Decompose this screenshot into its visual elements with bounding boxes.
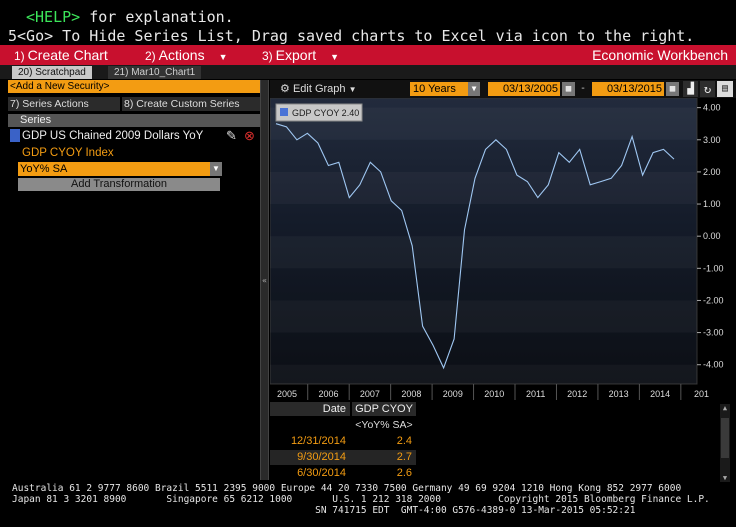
actions-button[interactable]: 2) Actions ▼ bbox=[145, 45, 228, 65]
series-color-swatch bbox=[10, 129, 20, 142]
x-tick-label: 2013 bbox=[609, 389, 629, 399]
refresh-icon[interactable]: ↻ bbox=[700, 81, 715, 97]
col-header-value[interactable]: GDP CYOY bbox=[352, 402, 416, 416]
edit-graph-button[interactable]: ⚙ Edit Graph ▼ bbox=[280, 82, 357, 96]
legend-label: GDP CYOY 2.40 bbox=[292, 108, 359, 118]
calendar-icon[interactable]: ▦ bbox=[562, 82, 575, 96]
collapse-arrow-icon[interactable]: « bbox=[261, 276, 268, 285]
delete-series-icon[interactable]: ⊗ bbox=[244, 128, 255, 144]
footer-line-2: Japan 81 3 3201 8900 Singapore 65 6212 1… bbox=[12, 494, 710, 505]
period-select[interactable]: 10 Years bbox=[410, 82, 468, 96]
table-row[interactable]: 9/30/2014 2.7 bbox=[270, 450, 416, 465]
edit-pencil-icon[interactable]: ✎ bbox=[226, 128, 237, 144]
grid-band bbox=[270, 300, 697, 332]
add-transformation-button[interactable]: Add Transformation bbox=[18, 178, 220, 191]
row-date: 12/31/2014 bbox=[290, 435, 346, 447]
end-date-field[interactable]: 03/13/2015 bbox=[592, 82, 664, 96]
row-value: 2.6 bbox=[396, 467, 412, 479]
chevron-down-icon: ▼ bbox=[330, 52, 340, 62]
tab-bar: 20) Scratchpad 21) Mar10_Chart1 bbox=[0, 65, 736, 79]
start-date-field[interactable]: 03/13/2005 bbox=[488, 82, 560, 96]
footer: Australia 61 2 9777 8600 Brazil 5511 239… bbox=[0, 482, 736, 527]
legend-swatch bbox=[280, 108, 288, 116]
x-tick-label: 2007 bbox=[360, 389, 380, 399]
scroll-down-icon[interactable]: ▼ bbox=[721, 474, 729, 482]
y-tick-label: 0.00 bbox=[703, 231, 721, 241]
calendar-icon[interactable]: ▦ bbox=[666, 82, 679, 96]
x-tick-label: 2010 bbox=[484, 389, 504, 399]
footer-line-1: Australia 61 2 9777 8600 Brazil 5511 239… bbox=[12, 483, 682, 494]
chart-legend: GDP CYOY 2.40 bbox=[275, 103, 363, 122]
x-tick-label: 2014 bbox=[650, 389, 670, 399]
gear-icon: ⚙ bbox=[280, 83, 290, 95]
help-line: <HELP> for explanation. bbox=[26, 8, 234, 26]
create-chart-button[interactable]: 1) Create Chart bbox=[14, 45, 108, 65]
series-header: Series bbox=[8, 114, 260, 127]
scroll-up-icon[interactable]: ▲ bbox=[721, 404, 729, 412]
y-tick-label: -1.00 bbox=[703, 263, 724, 273]
gdp-line-chart: 4.00 3.00 2.00 1.00 0.00 -1.00 -2.00 -3.00 -4.00… bbox=[270, 98, 724, 400]
x-tick-label: 2005 bbox=[277, 389, 297, 399]
chevron-down-icon[interactable]: ▼ bbox=[210, 162, 222, 176]
grid-band bbox=[270, 172, 697, 204]
hint-line: 5<Go> To Hide Series List, Drag saved ch… bbox=[8, 27, 695, 45]
y-tick-label: -2.00 bbox=[703, 295, 724, 305]
footer-line-3: SN 741715 EDT GMT-4:00 G576-4389-0 13-Ma… bbox=[12, 505, 636, 516]
series-name[interactable]: GDP US Chained 2009 Dollars YoY bbox=[22, 129, 203, 143]
chevron-down-icon[interactable]: ▼ bbox=[468, 82, 480, 96]
date-separator: - bbox=[579, 83, 587, 94]
tab-mar10-chart1[interactable]: 21) Mar10_Chart1 bbox=[108, 66, 202, 79]
x-tick-label: 2009 bbox=[443, 389, 463, 399]
transformation-select[interactable]: YoY% SA bbox=[18, 162, 220, 176]
chevron-down-icon: ▼ bbox=[218, 52, 228, 62]
x-tick-label: 2006 bbox=[318, 389, 338, 399]
workbench-title: Economic Workbench bbox=[592, 47, 728, 63]
series-panel: <Add a New Security> 7) Series Actions 8… bbox=[8, 80, 260, 480]
grid-band bbox=[270, 236, 697, 268]
zoom-chart-icon[interactable]: ▟ bbox=[683, 81, 698, 97]
excel-export-icon[interactable]: ▤ bbox=[717, 81, 733, 97]
row-value: 2.4 bbox=[396, 435, 412, 447]
chart-toolbar: ⚙ Edit Graph ▼ 10 Years ▼ 03/13/2005 ▦ -… bbox=[270, 80, 736, 98]
col-header-date[interactable]: Date bbox=[270, 402, 350, 416]
chevron-down-icon: ▼ bbox=[348, 85, 357, 94]
pane-splitter[interactable]: « bbox=[260, 80, 269, 480]
tab-scratchpad[interactable]: 20) Scratchpad bbox=[12, 66, 92, 79]
x-tick-label: 201 bbox=[694, 389, 709, 399]
series-actions-button[interactable]: 7) Series Actions bbox=[8, 97, 120, 111]
row-date: 9/30/2014 bbox=[297, 451, 346, 463]
series-ticker: GDP CYOY Index bbox=[22, 147, 114, 159]
col-subheader: <YoY% SA> bbox=[355, 419, 413, 431]
menu-bar: 1) Create Chart 2) Actions ▼ 3) Export ▼ Econ… bbox=[0, 45, 736, 65]
y-tick-label: 4.00 bbox=[703, 103, 721, 113]
create-custom-series-button[interactable]: 8) Create Custom Series bbox=[122, 97, 260, 111]
scroll-thumb[interactable] bbox=[721, 418, 729, 458]
table-scrollbar[interactable]: ▲ ▼ bbox=[720, 404, 730, 482]
export-button[interactable]: 3) Export ▼ bbox=[262, 45, 339, 65]
data-table: Date GDP CYOY <YoY% SA> 12/31/2014 2.4 9/3… bbox=[270, 402, 736, 482]
y-tick-label: -4.00 bbox=[703, 360, 724, 370]
help-key[interactable]: <HELP> bbox=[26, 8, 80, 26]
x-tick-label: 2008 bbox=[401, 389, 421, 399]
add-security-input[interactable]: <Add a New Security> bbox=[8, 80, 260, 93]
x-tick-label: 2011 bbox=[526, 389, 545, 399]
row-date: 6/30/2014 bbox=[297, 467, 346, 479]
y-tick-label: 3.00 bbox=[703, 135, 721, 145]
help-text: for explanation. bbox=[80, 8, 234, 26]
y-tick-label: -3.00 bbox=[703, 328, 724, 338]
row-value: 2.7 bbox=[396, 451, 412, 463]
table-row[interactable]: 6/30/2014 2.6 bbox=[270, 466, 416, 481]
y-tick-label: 1.00 bbox=[703, 199, 721, 209]
y-tick-label: 2.00 bbox=[703, 167, 721, 177]
table-row[interactable]: 12/31/2014 2.4 bbox=[270, 434, 416, 449]
x-tick-label: 2012 bbox=[567, 389, 587, 399]
grid-band bbox=[270, 365, 697, 384]
